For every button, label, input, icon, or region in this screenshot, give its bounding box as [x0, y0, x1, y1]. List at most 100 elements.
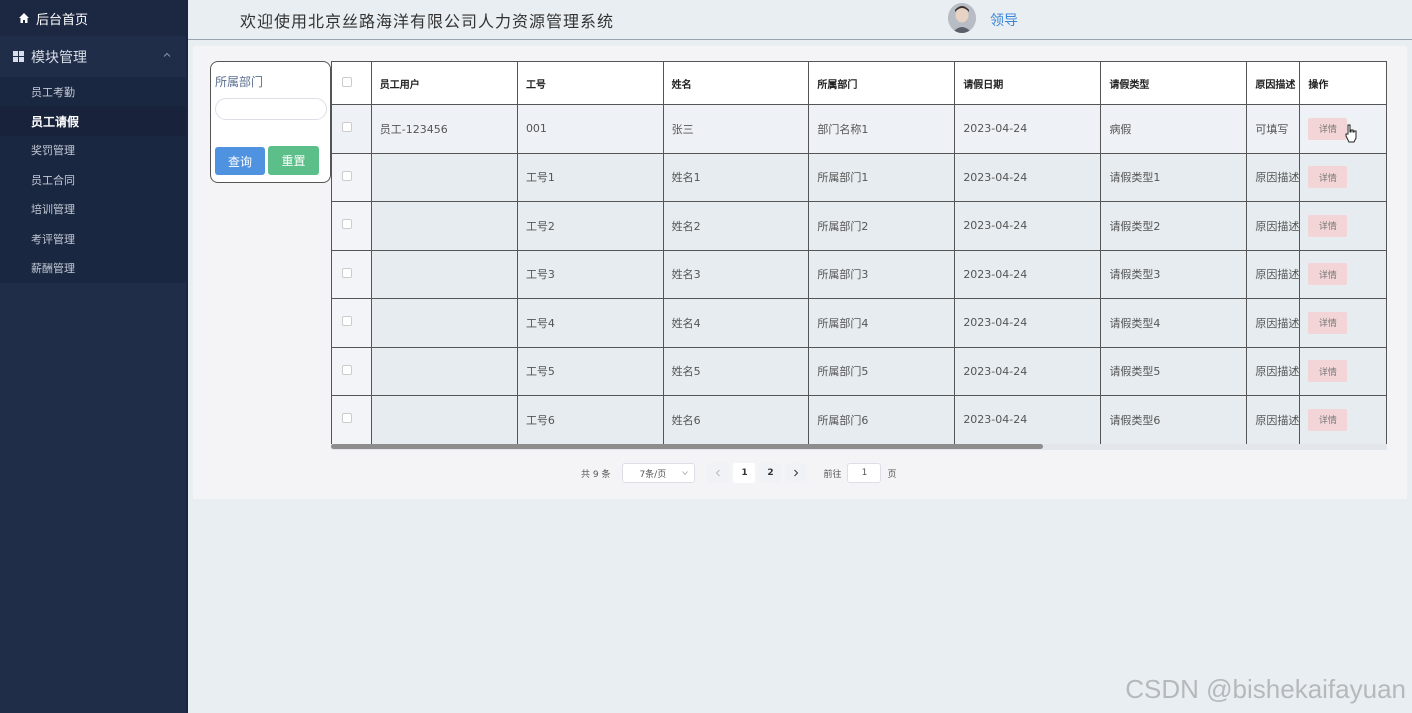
row-select-cell: [331, 395, 372, 445]
grid-icon: [13, 51, 24, 62]
table-cell: 2023-04-24: [954, 152, 1102, 202]
row-select-cell: [331, 104, 372, 154]
goto-page-input[interactable]: 1: [847, 463, 882, 483]
table-row: 工号1 姓名1 所属部门1 2023-04-24 请假类型1 原因描述 详情: [331, 152, 1387, 202]
table-row: 工号4 姓名4 所属部门4 2023-04-24 请假类型4 原因描述 详情: [331, 298, 1387, 348]
user-name[interactable]: 领导: [990, 10, 1018, 30]
row-select-cell: [331, 249, 372, 299]
table-cell: 可填写: [1246, 104, 1301, 154]
reset-button[interactable]: 重置: [268, 146, 319, 175]
detail-button[interactable]: 详情: [1308, 166, 1348, 189]
table-cell: 部门名称1: [808, 104, 956, 154]
page-size-select[interactable]: 7条/页: [622, 463, 696, 483]
chevron-left-icon: [716, 469, 721, 477]
table-cell: 原因描述: [1246, 249, 1301, 299]
column-header: 请假日期: [954, 61, 1102, 105]
sidebar-item[interactable]: 考评管理: [0, 224, 186, 253]
table-cell: 工号1: [516, 152, 664, 202]
sidebar-home[interactable]: 后台首页: [0, 0, 186, 36]
table-cell: 001: [516, 104, 664, 154]
table-cell: 2023-04-24: [954, 201, 1102, 251]
row-checkbox[interactable]: [342, 122, 352, 133]
row-checkbox[interactable]: [342, 170, 352, 181]
department-input[interactable]: [215, 98, 327, 120]
sidebar-home-label: 后台首页: [36, 12, 89, 28]
table-row: 工号6 姓名6 所属部门6 2023-04-24 请假类型6 原因描述 详情: [331, 395, 1387, 445]
table-cell: 原因描述: [1246, 395, 1301, 445]
table-cell: 所属部门2: [808, 201, 956, 251]
table-cell: [370, 395, 518, 445]
sidebar-item[interactable]: 员工请假: [0, 106, 186, 136]
home-icon: [19, 13, 29, 23]
action-cell: 详情: [1299, 249, 1387, 299]
sidebar-item[interactable]: 薪酬管理: [0, 253, 186, 282]
table-cell: 请假类型3: [1100, 249, 1248, 299]
prev-page-button[interactable]: [707, 463, 730, 483]
chevron-down-icon: [682, 471, 689, 476]
table-cell: 2023-04-24: [954, 298, 1102, 348]
table-cell: [370, 201, 518, 251]
scrollbar-thumb[interactable]: [331, 444, 1043, 449]
chevron-right-icon: [794, 469, 799, 477]
sidebar-item[interactable]: 奖罚管理: [0, 136, 186, 165]
table-cell: 所属部门1: [808, 152, 956, 202]
sidebar-item[interactable]: 培训管理: [0, 195, 186, 224]
row-checkbox[interactable]: [342, 267, 352, 278]
table-cell: 张三: [662, 104, 810, 154]
table-cell: 工号3: [516, 249, 664, 299]
query-button[interactable]: 查询: [215, 147, 265, 175]
detail-button[interactable]: 详情: [1308, 214, 1348, 237]
table-cell: 2023-04-24: [954, 249, 1102, 299]
row-checkbox[interactable]: [342, 219, 352, 230]
action-cell: 详情: [1299, 152, 1387, 202]
content-panel: 所属部门 查询 重置 员工用户 工号 姓名 所属部门 请假日期 请假类型 原因描述 操作 员工…: [193, 46, 1407, 499]
table-cell: 姓名5: [662, 346, 810, 396]
column-header: 操作: [1299, 61, 1387, 105]
detail-button[interactable]: 详情: [1308, 311, 1348, 334]
page-2-button[interactable]: 2: [759, 463, 782, 483]
page-title: 欢迎使用北京丝路海洋有限公司人力资源管理系统: [240, 12, 615, 31]
table-row: 工号3 姓名3 所属部门3 2023-04-24 请假类型3 原因描述 详情: [331, 249, 1387, 299]
row-select-cell: [331, 298, 372, 348]
table-cell: [370, 346, 518, 396]
detail-button[interactable]: 详情: [1308, 408, 1348, 431]
page-1-button[interactable]: 1: [733, 463, 756, 483]
column-header: 员工用户: [370, 61, 518, 105]
column-header: 请假类型: [1100, 61, 1248, 105]
page-suffix: 页: [887, 469, 897, 480]
action-cell: 详情: [1299, 298, 1387, 348]
table-cell: 姓名1: [662, 152, 810, 202]
horizontal-scrollbar[interactable]: [331, 444, 1387, 450]
table-cell: 2023-04-24: [954, 346, 1102, 396]
sidebar-item[interactable]: 员工合同: [0, 165, 186, 194]
table-cell: 姓名6: [662, 395, 810, 445]
leave-table: 员工用户 工号 姓名 所属部门 请假日期 请假类型 原因描述 操作 员工-123456 001 张…: [331, 61, 1387, 451]
avatar[interactable]: [948, 3, 976, 33]
table-cell: 原因描述: [1246, 346, 1301, 396]
table-cell: 2023-04-24: [954, 395, 1102, 445]
next-page-button[interactable]: [785, 463, 808, 483]
row-select-cell: [331, 152, 372, 202]
sidebar-item[interactable]: 员工考勤: [0, 77, 186, 106]
action-cell: 详情: [1299, 395, 1387, 445]
table-header-row: 员工用户 工号 姓名 所属部门 请假日期 请假类型 原因描述 操作: [331, 61, 1387, 105]
table-cell: 所属部门3: [808, 249, 956, 299]
row-checkbox[interactable]: [342, 413, 352, 424]
sidebar-group-module[interactable]: 模块管理: [0, 36, 186, 77]
detail-button[interactable]: 详情: [1308, 263, 1348, 286]
table-cell: [370, 249, 518, 299]
detail-button[interactable]: 详情: [1308, 117, 1348, 140]
table-cell: 2023-04-24: [954, 104, 1102, 154]
row-checkbox[interactable]: [342, 364, 352, 375]
row-checkbox[interactable]: [342, 316, 352, 327]
chevron-up-icon: [163, 52, 171, 57]
table-cell: 姓名3: [662, 249, 810, 299]
column-header: 姓名: [662, 61, 810, 105]
table-cell: 姓名2: [662, 201, 810, 251]
select-all-cell: [331, 61, 372, 105]
select-all-checkbox[interactable]: [342, 76, 352, 87]
sidebar-submenu: 员工考勤 员工请假 奖罚管理 员工合同 培训管理 考评管理 薪酬管理: [0, 77, 186, 283]
table-cell: 病假: [1100, 104, 1248, 154]
detail-button[interactable]: 详情: [1308, 360, 1348, 383]
hand-cursor-icon: [1345, 124, 1357, 143]
